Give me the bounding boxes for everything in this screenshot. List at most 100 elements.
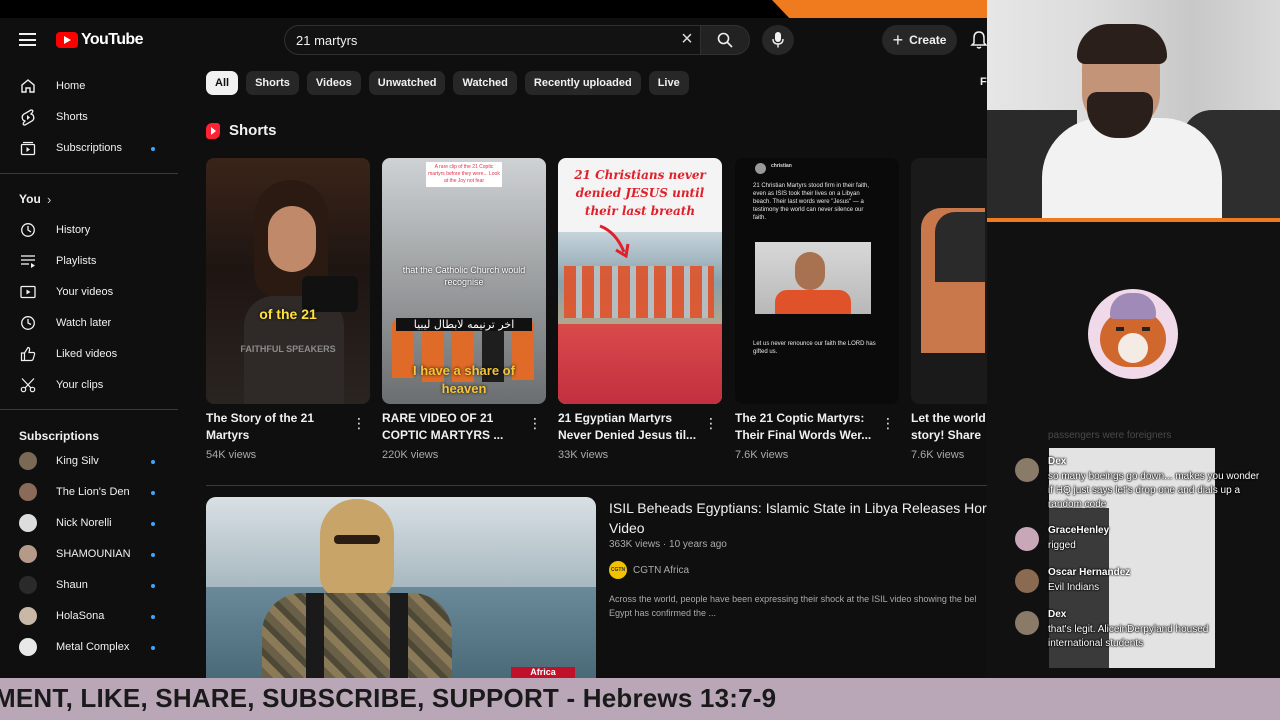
sidebar-item-playlists[interactable]: Playlists bbox=[0, 246, 178, 276]
sidebar-item-label: Liked videos bbox=[56, 348, 118, 360]
new-content-dot bbox=[151, 646, 155, 650]
new-content-dot bbox=[151, 491, 155, 495]
more-options-icon[interactable]: ⋮ bbox=[528, 416, 542, 430]
subscription-item[interactable]: The Lion's Den bbox=[0, 477, 178, 507]
voice-search-button[interactable] bbox=[762, 25, 794, 55]
video-channel[interactable]: CGTN CGTN Africa bbox=[609, 561, 689, 579]
notifications-bell-icon[interactable] bbox=[970, 30, 987, 50]
short-views: 7.6K views bbox=[735, 449, 789, 461]
sidebar-item-label: Home bbox=[56, 80, 86, 92]
short-title[interactable]: The 21 Coptic Martyrs: Their Final Words… bbox=[735, 410, 875, 444]
channel-name: CGTN Africa bbox=[633, 564, 690, 576]
sidebar-item-subscriptions[interactable]: Subscriptions bbox=[0, 133, 178, 163]
subscription-item[interactable]: Nick Norelli bbox=[0, 508, 178, 538]
channel-avatar bbox=[19, 483, 37, 501]
chip-shorts[interactable]: Shorts bbox=[246, 71, 299, 95]
chip-recently-uploaded[interactable]: Recently uploaded bbox=[524, 71, 641, 95]
search-input[interactable]: 21 martyrs bbox=[284, 25, 700, 55]
video-title[interactable]: ISIL Beheads Egyptians: Islamic State in… bbox=[609, 498, 987, 538]
chip-watched[interactable]: Watched bbox=[453, 71, 517, 95]
video-meta: 363K views · 10 years ago bbox=[609, 539, 727, 550]
short-thumbnail[interactable]: A rare clip of the 21 Coptic martyrs bef… bbox=[382, 158, 546, 404]
description-line: Egypt has confirmed the ... bbox=[609, 608, 717, 618]
youtube-logo[interactable]: YouTube bbox=[56, 31, 143, 49]
short-overlay-text: I have a share of heaven bbox=[413, 363, 515, 396]
subscription-item[interactable]: Metal Complex bbox=[0, 632, 178, 662]
subscriptions-icon bbox=[19, 139, 37, 157]
filters-button[interactable]: F bbox=[980, 76, 987, 88]
short-thumbnail[interactable]: christian 21 Christian Martyrs stood fir… bbox=[735, 158, 899, 404]
chip-live[interactable]: Live bbox=[648, 71, 689, 95]
sidebar-item-your-videos[interactable]: Your videos bbox=[0, 277, 178, 307]
sidebar-item-label: History bbox=[56, 224, 91, 236]
menu-icon[interactable] bbox=[19, 33, 36, 46]
shorts-logo-icon bbox=[206, 122, 220, 139]
video-thumbnail[interactable]: Africa bbox=[206, 497, 596, 678]
chat-username: Dex bbox=[1048, 609, 1067, 620]
sidebar-item-label: Your videos bbox=[56, 286, 114, 298]
tweet-avatar bbox=[755, 163, 766, 174]
short-card[interactable]: of the 21 FAITHFUL SPEAKERS The Story of… bbox=[206, 158, 370, 461]
short-overlay-text: of the 21 bbox=[259, 306, 317, 322]
chat-avatar bbox=[1015, 569, 1039, 593]
chip-all[interactable]: All bbox=[206, 71, 239, 95]
tweet-text-footer: Let us never renounce our faith the LORD… bbox=[753, 341, 876, 355]
subscription-item[interactable]: SHAMOUNIAN bbox=[0, 539, 178, 569]
stream-ticker: MENT, LIKE, SHARE, SUBSCRIBE, SUPPORT - … bbox=[0, 678, 1280, 720]
short-title[interactable]: Let the world story! Share bbox=[911, 410, 987, 444]
short-title[interactable]: The Story of the 21 Martyrs bbox=[206, 410, 346, 444]
short-arabic-caption: اخر ترنيمه لابطال ليبيا bbox=[396, 318, 532, 331]
chat-avatar bbox=[1015, 611, 1039, 635]
microphone-icon bbox=[772, 32, 784, 48]
stream-top-bar bbox=[0, 0, 987, 18]
thumbs-up-icon bbox=[19, 345, 37, 363]
sidebar-you-header[interactable]: You › bbox=[0, 184, 178, 214]
sidebar-item-history[interactable]: History bbox=[0, 215, 178, 245]
short-title[interactable]: RARE VIDEO OF 21 COPTIC MARTYRS ... bbox=[382, 410, 522, 444]
short-card[interactable]: A rare clip of the 21 Coptic martyrs bef… bbox=[382, 158, 546, 461]
create-button[interactable]: + Create bbox=[882, 25, 957, 55]
channel-name: HolaSona bbox=[56, 610, 105, 622]
search-button[interactable] bbox=[700, 25, 750, 55]
sidebar-item-your-clips[interactable]: Your clips bbox=[0, 370, 178, 400]
short-top-caption: A rare clip of the 21 Coptic martyrs bef… bbox=[426, 162, 502, 187]
short-thumbnail[interactable] bbox=[911, 158, 987, 404]
short-card[interactable]: christian 21 Christian Martyrs stood fir… bbox=[735, 158, 899, 461]
chat-username: Dex bbox=[1048, 456, 1067, 467]
sidebar-item-home[interactable]: Home bbox=[0, 71, 178, 101]
short-watermark: FAITHFUL SPEAKERS bbox=[240, 344, 336, 354]
short-views: 54K views bbox=[206, 449, 257, 461]
home-icon bbox=[19, 77, 37, 95]
channel-avatar: CGTN bbox=[609, 561, 627, 579]
faded-chat-text: passengers were foreigners bbox=[1048, 430, 1172, 441]
chip-unwatched[interactable]: Unwatched bbox=[368, 71, 446, 95]
short-thumbnail[interactable]: 21 Christians never denied JESUS until t… bbox=[558, 158, 722, 404]
subscriptions-header: Subscriptions bbox=[19, 429, 100, 443]
short-thumbnail[interactable]: of the 21 FAITHFUL SPEAKERS bbox=[206, 158, 370, 404]
sidebar-item-watch-later[interactable]: Watch later bbox=[0, 308, 178, 338]
subscription-item[interactable]: HolaSona bbox=[0, 601, 178, 631]
chat-text: that's legit. AliceinDerpyland housed in… bbox=[1048, 624, 1209, 649]
subscription-item[interactable]: King Silv bbox=[0, 446, 178, 476]
chat-avatar bbox=[1015, 527, 1039, 551]
more-options-icon[interactable]: ⋮ bbox=[881, 416, 895, 430]
subscription-item[interactable]: Shaun bbox=[0, 570, 178, 600]
tweet-username: christian bbox=[771, 163, 792, 169]
short-title[interactable]: 21 Egyptian Martyrs Never Denied Jesus t… bbox=[558, 410, 698, 444]
short-card[interactable]: Let the world story! Share 7.6K views bbox=[911, 158, 987, 478]
sidebar-item-shorts[interactable]: Shorts bbox=[0, 102, 178, 132]
description-line: Across the world, people have been expre… bbox=[609, 594, 977, 604]
chip-videos[interactable]: Videos bbox=[306, 71, 361, 95]
chevron-right-icon: › bbox=[47, 191, 52, 207]
shorts-icon bbox=[19, 108, 37, 126]
chat-text: rigged bbox=[1048, 540, 1076, 551]
clear-search-icon[interactable]: × bbox=[676, 29, 698, 51]
short-card[interactable]: 21 Christians never denied JESUS until t… bbox=[558, 158, 722, 461]
filter-chips: All Shorts Videos Unwatched Watched Rece… bbox=[206, 71, 689, 95]
channel-avatar bbox=[19, 452, 37, 470]
tweet-text: 21 Christian Martyrs stood firm in their… bbox=[753, 183, 870, 221]
more-options-icon[interactable]: ⋮ bbox=[352, 416, 366, 430]
sidebar-item-liked-videos[interactable]: Liked videos bbox=[0, 339, 178, 369]
chat-username: GraceHenley bbox=[1048, 525, 1110, 536]
more-options-icon[interactable]: ⋮ bbox=[704, 416, 718, 430]
